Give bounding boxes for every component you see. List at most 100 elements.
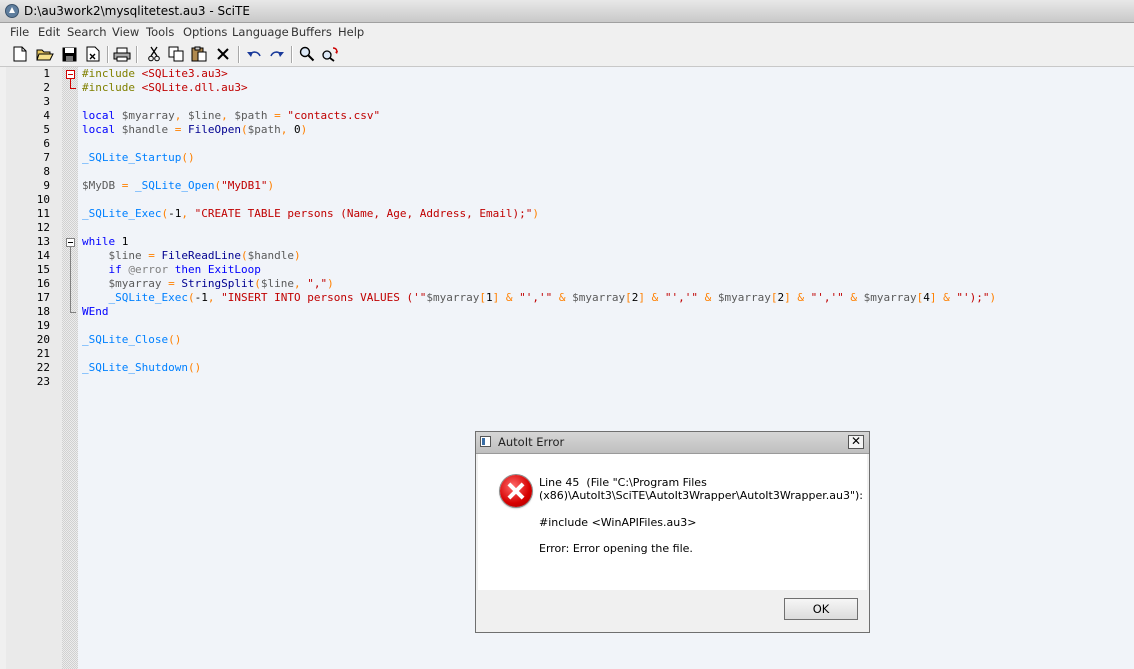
copy-icon[interactable]	[166, 44, 186, 64]
line-number: 15	[36, 263, 50, 276]
code-line: _SQLite_Shutdown()	[82, 361, 201, 375]
menu-view[interactable]: View	[112, 25, 139, 39]
toolbar	[0, 42, 1134, 67]
code-token: <SQLite.dll.au3>	[141, 81, 248, 94]
line-number: 8	[43, 165, 50, 178]
code-token: (	[254, 277, 261, 290]
code-line: $line = FileReadLine($handle)	[82, 249, 301, 263]
code-token: ()	[187, 361, 202, 374]
code-token: ,	[174, 109, 188, 122]
error-message-line2: (x86)\AutoIt3\SciTE\AutoIt3Wrapper\AutoI…	[539, 489, 864, 502]
menu-tools[interactable]: Tools	[146, 25, 174, 39]
paste-icon[interactable]	[189, 44, 209, 64]
find-icon[interactable]	[297, 44, 317, 64]
menu-buffers[interactable]: Buffers	[291, 25, 332, 39]
code-token: &	[698, 291, 718, 304]
code-token: ,	[181, 207, 195, 220]
code-token: [	[770, 291, 778, 304]
save-icon[interactable]	[59, 44, 79, 64]
fold-toggle-icon[interactable]	[66, 70, 75, 79]
code-token: #include	[82, 67, 142, 80]
code-token: 1	[486, 291, 493, 304]
code-token: &	[552, 291, 573, 304]
code-token: $myarray	[108, 277, 162, 290]
code-token: _SQLite_Shutdown	[82, 361, 188, 374]
menu-options[interactable]: Options	[183, 25, 227, 39]
code-line: $MyDB = _SQLite_Open("MyDB1")	[82, 179, 274, 193]
code-line: _SQLite_Close()	[82, 333, 181, 347]
ok-button[interactable]: OK	[784, 598, 858, 620]
menu-help[interactable]: Help	[338, 25, 364, 39]
code-token: StringSplit	[181, 277, 255, 290]
error-icon	[500, 475, 532, 507]
code-token: )	[300, 123, 308, 136]
menu-search[interactable]: Search	[67, 25, 107, 39]
menu-edit[interactable]: Edit	[38, 25, 60, 39]
open-icon[interactable]	[35, 44, 55, 64]
dialog-body: Line 45 (File "C:\Program Files (x86)\Au…	[478, 454, 867, 590]
code-token: FileOpen	[187, 123, 241, 136]
code-token: ] &	[929, 291, 957, 304]
code-token: "');"	[956, 291, 990, 304]
new-icon[interactable]	[10, 44, 30, 64]
code-token: &	[843, 291, 864, 304]
code-token: (	[240, 249, 248, 262]
window-icon	[480, 436, 491, 447]
code-token: [	[625, 291, 632, 304]
code-token: "','"	[664, 291, 699, 304]
code-token: <SQLite3.au3>	[141, 67, 228, 80]
code-token: ()	[181, 151, 195, 164]
cut-icon[interactable]	[144, 44, 164, 64]
error-message-line1: Line 45 (File "C:\Program Files	[539, 476, 707, 489]
line-number: 14	[36, 249, 50, 262]
code-token: ] &	[492, 291, 520, 304]
line-number: 4	[43, 109, 50, 122]
code-token: =	[168, 123, 188, 136]
code-token: )	[327, 277, 334, 290]
line-number: 11	[36, 207, 50, 220]
code-line: if @error then ExitLoop	[82, 263, 261, 277]
replace-icon[interactable]	[320, 44, 340, 64]
code-token: =	[161, 277, 182, 290]
code-token: ,	[293, 277, 308, 290]
code-token: "INSERT INTO persons VALUES ('"	[221, 291, 427, 304]
code-token: $myarray	[121, 109, 175, 122]
line-number-margin: 1 2 3 4 5 6 7 8 9 10 11 12 13 14 15 16 1…	[6, 67, 62, 669]
scite-app-icon[interactable]	[5, 4, 19, 18]
code-token: (	[187, 291, 195, 304]
code-line: _SQLite_Exec(-1, "CREATE TABLE persons (…	[82, 207, 539, 221]
code-token: "','"	[519, 291, 553, 304]
print-icon[interactable]	[112, 44, 132, 64]
fold-toggle-icon[interactable]	[66, 238, 75, 247]
code-token: if	[108, 263, 129, 276]
redo-icon[interactable]	[267, 44, 287, 64]
undo-icon[interactable]	[244, 44, 264, 64]
line-number: 16	[36, 277, 50, 290]
error-include-line: #include <WinAPIFiles.au3>	[539, 516, 697, 529]
line-number: 21	[36, 347, 50, 360]
menu-file[interactable]: File	[10, 25, 29, 39]
code-token: )	[989, 291, 997, 304]
code-token: "contacts.csv"	[287, 109, 381, 122]
code-line: WEnd	[82, 305, 109, 319]
line-number: 7	[43, 151, 50, 164]
code-token: WEnd	[82, 305, 109, 318]
code-token: "CREATE TABLE persons (Name, Age, Addres…	[194, 207, 533, 220]
code-token: )	[267, 179, 275, 192]
code-token: _SQLite_Open	[135, 179, 215, 192]
code-token: $handle	[121, 123, 169, 136]
dialog-title-bar[interactable]: AutoIt Error ✕	[476, 432, 869, 454]
line-number: 2	[43, 81, 50, 94]
close-file-icon[interactable]	[83, 44, 103, 64]
line-number: 19	[36, 319, 50, 332]
code-token: $handle	[247, 249, 294, 262]
code-token: local	[82, 123, 122, 136]
code-token: -1	[168, 207, 182, 220]
code-token: $line	[260, 277, 294, 290]
delete-icon[interactable]	[213, 44, 233, 64]
code-token: ] &	[638, 291, 665, 304]
dialog-close-button[interactable]: ✕	[848, 435, 864, 449]
menu-language[interactable]: Language	[232, 25, 289, 39]
